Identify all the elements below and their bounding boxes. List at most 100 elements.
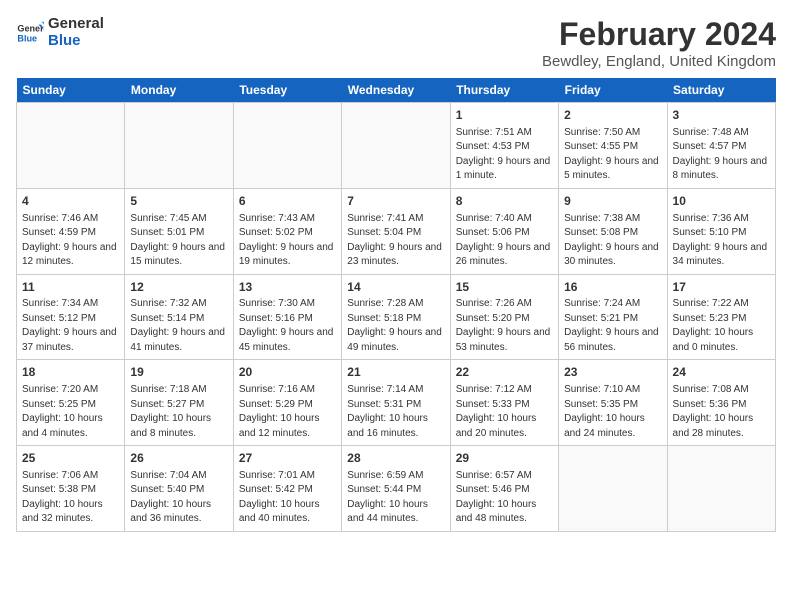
calendar-cell: 28 Sunrise: 6:59 AM Sunset: 5:44 PM Dayli… [342,446,450,532]
weekday-header-monday: Monday [125,78,233,103]
calendar-cell: 20Sunrise: 7:16 AM Sunset: 5:29 PM Dayli… [233,360,341,446]
calendar-cell [125,103,233,189]
day-info: Sunrise: 6:57 AM Sunset: 5:46 PM Dayligh… [456,469,553,527]
day-info: Sunrise: 6:59 AM Sunset: 5:44 PM Dayligh… [347,469,444,527]
logo-general: General [48,15,104,32]
day-number: 10 [673,193,770,210]
day-number: 2 [564,107,661,124]
day-number: 15 [456,279,553,296]
day-info: Sunrise: 7:20 AM Sunset: 5:25 PM Dayligh… [22,383,119,441]
calendar-cell: 25Sunrise: 7:06 AM Sunset: 5:38 PM Dayli… [17,446,125,532]
calendar-cell: 3Sunrise: 7:48 AM Sunset: 4:57 PM Daylig… [667,103,775,189]
weekday-header-friday: Friday [559,78,667,103]
svg-text:Blue: Blue [17,33,37,43]
calendar-cell [17,103,125,189]
calendar-cell: 10 Sunrise: 7:36 AM Sunset: 5:10 PM Dayli… [667,188,775,274]
day-number: 19 [130,364,227,381]
weekday-header-tuesday: Tuesday [233,78,341,103]
day-info: Sunrise: 7:18 AM Sunset: 5:27 PM Dayligh… [130,383,227,441]
day-number: 20 [239,364,336,381]
calendar-week-3: 11Sunrise: 7:34 AM Sunset: 5:12 PM Dayli… [17,274,776,360]
day-number: 3 [673,107,770,124]
day-number: 7 [347,193,444,210]
day-info: Sunrise: 7:08 AM Sunset: 5:36 PM Dayligh… [673,383,770,441]
calendar-cell: 11Sunrise: 7:34 AM Sunset: 5:12 PM Dayli… [17,274,125,360]
calendar-cell: 14Sunrise: 7:28 AM Sunset: 5:18 PM Dayli… [342,274,450,360]
weekday-header-saturday: Saturday [667,78,775,103]
page-header: General Blue General Blue February 2024 … [16,16,776,70]
day-info: Sunrise: 7:45 AM Sunset: 5:01 PM Dayligh… [130,212,227,270]
calendar-cell: 4 Sunrise: 7:46 AM Sunset: 4:59 PM Daylig… [17,188,125,274]
day-info: Sunrise: 7:24 AM Sunset: 5:21 PM Dayligh… [564,297,661,355]
calendar-cell: 27 Sunrise: 7:01 AM Sunset: 5:42 PM Dayli… [233,446,341,532]
day-number: 6 [239,193,336,210]
calendar-cell: 6Sunrise: 7:43 AM Sunset: 5:02 PM Daylig… [233,188,341,274]
calendar-cell: 15Sunrise: 7:26 AM Sunset: 5:20 PM Dayli… [450,274,558,360]
day-number: 27 [239,450,336,467]
day-info: Sunrise: 7:32 AM Sunset: 5:14 PM Dayligh… [130,297,227,355]
day-info: Sunrise: 7:10 AM Sunset: 5:35 PM Dayligh… [564,383,661,441]
day-number: 26 [130,450,227,467]
day-info: Sunrise: 7:41 AM Sunset: 5:04 PM Dayligh… [347,212,444,270]
calendar-cell: 7 Sunrise: 7:41 AM Sunset: 5:04 PM Daylig… [342,188,450,274]
day-info: Sunrise: 7:36 AM Sunset: 5:10 PM Dayligh… [673,212,770,270]
calendar-cell: 5 Sunrise: 7:45 AM Sunset: 5:01 PM Daylig… [125,188,233,274]
day-info: Sunrise: 7:40 AM Sunset: 5:06 PM Dayligh… [456,212,553,270]
logo-blue: Blue [48,32,81,49]
calendar-cell: 17Sunrise: 7:22 AM Sunset: 5:23 PM Dayli… [667,274,775,360]
calendar-cell: 2 Sunrise: 7:50 AM Sunset: 4:55 PM Daylig… [559,103,667,189]
weekday-header-thursday: Thursday [450,78,558,103]
day-number: 8 [456,193,553,210]
calendar-week-4: 18 Sunrise: 7:20 AM Sunset: 5:25 PM Dayli… [17,360,776,446]
day-number: 29 [456,450,553,467]
day-number: 23 [564,364,661,381]
day-number: 4 [22,193,119,210]
day-number: 5 [130,193,227,210]
weekday-header-wednesday: Wednesday [342,78,450,103]
calendar-cell: 12Sunrise: 7:32 AM Sunset: 5:14 PM Dayli… [125,274,233,360]
day-number: 13 [239,279,336,296]
day-info: Sunrise: 7:01 AM Sunset: 5:42 PM Dayligh… [239,469,336,527]
calendar-cell: 9 Sunrise: 7:38 AM Sunset: 5:08 PM Daylig… [559,188,667,274]
day-info: Sunrise: 7:28 AM Sunset: 5:18 PM Dayligh… [347,297,444,355]
calendar-cell [233,103,341,189]
calendar-cell: 23 Sunrise: 7:10 AM Sunset: 5:35 PM Dayli… [559,360,667,446]
day-number: 12 [130,279,227,296]
calendar-cell: 19 Sunrise: 7:18 AM Sunset: 5:27 PM Dayli… [125,360,233,446]
calendar-cell: 18 Sunrise: 7:20 AM Sunset: 5:25 PM Dayli… [17,360,125,446]
day-info: Sunrise: 7:50 AM Sunset: 4:55 PM Dayligh… [564,126,661,184]
calendar-cell: 22 Sunrise: 7:12 AM Sunset: 5:33 PM Dayli… [450,360,558,446]
calendar-cell [342,103,450,189]
day-info: Sunrise: 7:51 AM Sunset: 4:53 PM Dayligh… [456,126,553,184]
weekday-header-row: SundayMondayTuesdayWednesdayThursdayFrid… [17,78,776,103]
day-number: 21 [347,364,444,381]
month-year: February 2024 [542,16,776,53]
calendar-cell: 24Sunrise: 7:08 AM Sunset: 5:36 PM Dayli… [667,360,775,446]
day-number: 16 [564,279,661,296]
day-info: Sunrise: 7:04 AM Sunset: 5:40 PM Dayligh… [130,469,227,527]
day-info: Sunrise: 7:14 AM Sunset: 5:31 PM Dayligh… [347,383,444,441]
day-number: 17 [673,279,770,296]
day-info: Sunrise: 7:12 AM Sunset: 5:33 PM Dayligh… [456,383,553,441]
calendar-cell: 26 Sunrise: 7:04 AM Sunset: 5:40 PM Dayli… [125,446,233,532]
day-number: 9 [564,193,661,210]
day-number: 18 [22,364,119,381]
day-info: Sunrise: 7:34 AM Sunset: 5:12 PM Dayligh… [22,297,119,355]
calendar-week-5: 25Sunrise: 7:06 AM Sunset: 5:38 PM Dayli… [17,446,776,532]
day-info: Sunrise: 7:06 AM Sunset: 5:38 PM Dayligh… [22,469,119,527]
day-info: Sunrise: 7:30 AM Sunset: 5:16 PM Dayligh… [239,297,336,355]
calendar-cell [559,446,667,532]
calendar-week-1: 1 Sunrise: 7:51 AM Sunset: 4:53 PM Daylig… [17,103,776,189]
day-number: 28 [347,450,444,467]
location: Bewdley, England, United Kingdom [542,53,776,70]
day-info: Sunrise: 7:46 AM Sunset: 4:59 PM Dayligh… [22,212,119,270]
day-number: 1 [456,107,553,124]
calendar-cell: 8 Sunrise: 7:40 AM Sunset: 5:06 PM Daylig… [450,188,558,274]
calendar-cell: 29 Sunrise: 6:57 AM Sunset: 5:46 PM Dayli… [450,446,558,532]
day-number: 14 [347,279,444,296]
day-number: 22 [456,364,553,381]
calendar-cell: 1 Sunrise: 7:51 AM Sunset: 4:53 PM Daylig… [450,103,558,189]
calendar-cell [667,446,775,532]
title-block: February 2024 Bewdley, England, United K… [542,16,776,70]
day-info: Sunrise: 7:38 AM Sunset: 5:08 PM Dayligh… [564,212,661,270]
